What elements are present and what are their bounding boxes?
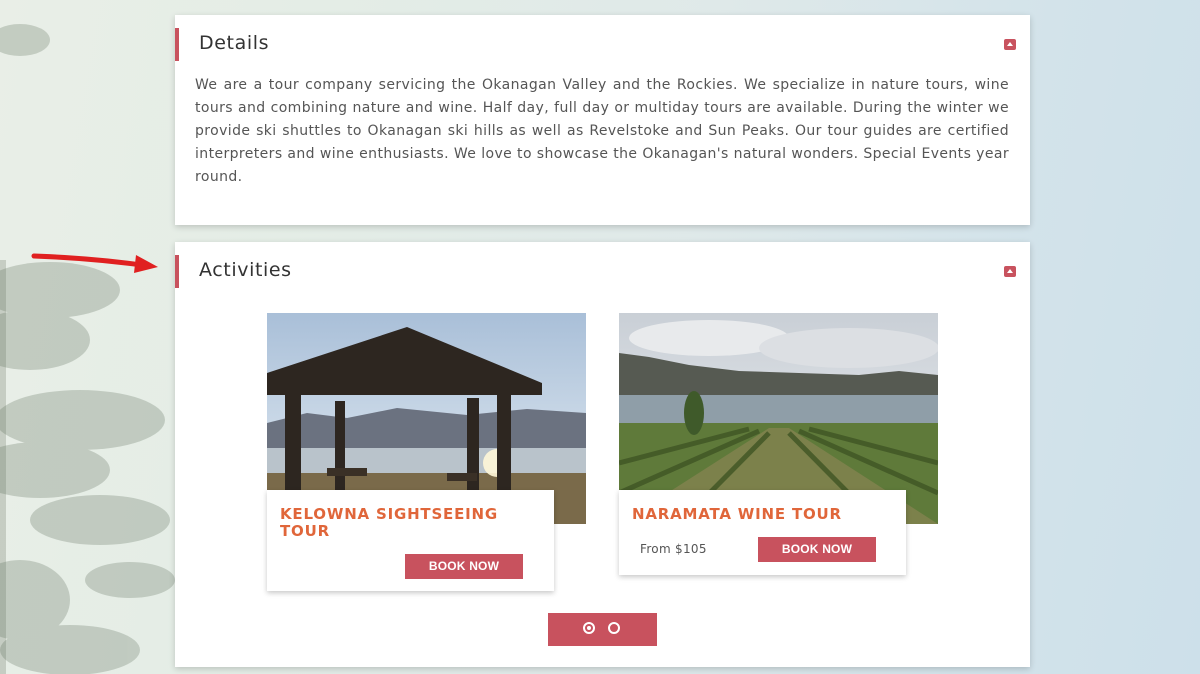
background-tree-image [0,24,175,674]
activity-price: From $105 [640,542,707,556]
details-title: Details [199,32,270,54]
book-now-button[interactable]: BOOK NOW [758,537,876,562]
details-accent-bar [175,28,179,61]
pager-dot-active-icon[interactable] [583,622,595,634]
details-description: We are a tour company servicing the Okan… [195,77,1009,185]
details-collapse-caret-up-icon[interactable] [1004,39,1016,50]
activities-title: Activities [199,259,292,281]
activity-card-info: KELOWNA SIGHTSEEING TOUR BOOK NOW [267,490,554,591]
activity-title[interactable]: NARAMATA WINE TOUR [632,506,882,523]
activity-title[interactable]: KELOWNA SIGHTSEEING TOUR [280,506,530,540]
details-panel: Details We are a tour company servicing … [175,15,1030,225]
red-arrow-icon [31,253,158,273]
activities-header: Activities [175,242,1030,300]
pager-dot-icon[interactable] [608,622,620,634]
details-header: Details [175,15,1030,73]
activity-card-naramata: NARAMATA WINE TOUR From $105 BOOK NOW [619,313,939,603]
book-now-button[interactable]: BOOK NOW [405,554,523,579]
activity-card-kelowna: KELOWNA SIGHTSEEING TOUR BOOK NOW [267,313,587,603]
carousel-pager [548,613,657,646]
activities-collapse-caret-up-icon[interactable] [1004,266,1016,277]
activities-accent-bar [175,255,179,288]
activity-card-info: NARAMATA WINE TOUR From $105 BOOK NOW [619,490,906,575]
